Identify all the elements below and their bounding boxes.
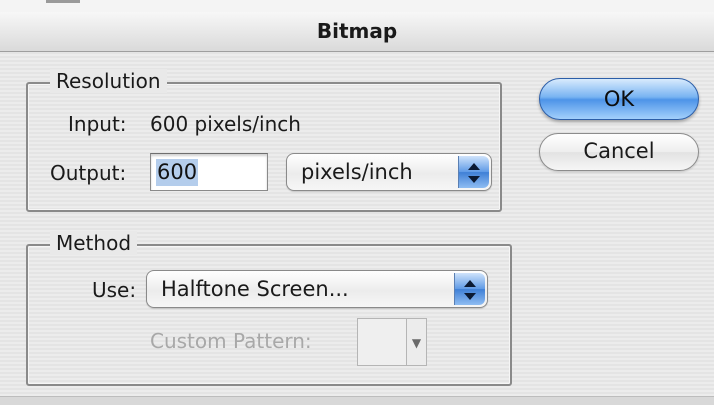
cancel-button[interactable]: Cancel [539,133,699,171]
method-select[interactable]: Halftone Screen... [146,270,488,308]
output-resolution-field[interactable]: 600 [150,153,268,191]
method-select-value: Halftone Screen... [161,277,349,301]
background-window-strip [0,0,714,12]
custom-pattern-label: Custom Pattern: [150,329,312,353]
custom-pattern-swatch[interactable] [357,318,407,366]
up-down-arrows-icon [458,156,489,188]
resolution-units-select[interactable]: pixels/inch [286,153,492,191]
ok-button[interactable]: OK [539,78,699,120]
input-label: Input: [68,112,127,136]
use-label: Use: [92,278,137,302]
custom-pattern-dropdown[interactable]: ▼ [407,318,427,366]
resolution-units-value: pixels/inch [301,160,413,184]
triangle-down-icon: ▼ [411,336,422,350]
input-value: 600 pixels/inch [150,112,301,136]
method-group-label: Method [50,231,138,255]
method-group: Method [26,231,512,386]
dialog-title: Bitmap [0,12,714,52]
resolution-group: Resolution [26,69,502,212]
background-window-mark [46,0,80,3]
resolution-group-label: Resolution [50,69,167,93]
output-resolution-value: 600 [156,159,199,186]
output-label: Output: [50,161,127,185]
up-down-arrows-icon [454,273,485,305]
